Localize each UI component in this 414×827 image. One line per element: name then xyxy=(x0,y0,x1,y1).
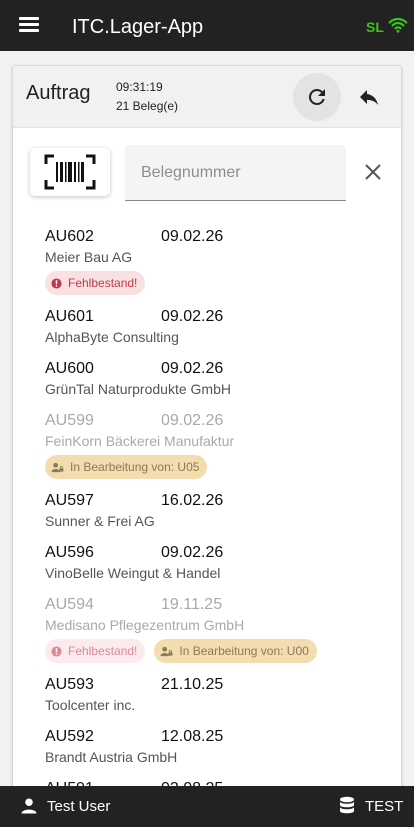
customer-name: Meier Bau AG xyxy=(45,249,133,265)
user-lock-icon xyxy=(51,462,64,472)
order-row: AU594 19.11.25 xyxy=(45,594,401,615)
order-number: AU592 xyxy=(45,727,94,745)
in-progress-badge: In Bearbeitung von: U00 xyxy=(154,639,317,663)
order-row: AU593 21.10.25 xyxy=(45,674,401,695)
barcode-scan-icon xyxy=(44,154,96,190)
order-list-item[interactable]: AU600 09.02.26 GrünTal Naturprodukte GmbH xyxy=(13,358,401,399)
card-header: Auftrag 09:31:19 21 Beleg(e) xyxy=(13,66,401,128)
order-date: 16.02.26 xyxy=(161,491,224,509)
order-list-item[interactable]: AU597 16.02.26 Sunner & Frei AG xyxy=(13,490,401,531)
database-icon xyxy=(340,796,354,814)
close-icon[interactable] xyxy=(361,160,385,184)
order-number: AU600 xyxy=(45,359,94,377)
hamburger-menu-icon[interactable] xyxy=(19,16,39,32)
last-update-time: 09:31:19 xyxy=(116,80,163,94)
customer-name: Medisano Pflegezentrum GmbH xyxy=(45,617,245,633)
missing-stock-badge: Fehlbestand! xyxy=(45,639,146,663)
order-list-item[interactable]: AU592 12.08.25 Brandt Austria GmbH xyxy=(13,726,401,767)
order-list-item[interactable]: AU601 09.02.26 AlphaByte Consulting xyxy=(13,306,401,347)
customer-name: GrünTal Naturprodukte GmbH xyxy=(45,381,231,397)
order-date: 12.08.25 xyxy=(161,727,224,745)
document-count: 21 Beleg(e) xyxy=(116,99,179,113)
order-row: AU596 09.02.26 xyxy=(45,542,401,563)
status-badges: Fehlbestand! In Bearbeitung von: U00 xyxy=(45,639,401,663)
content-area: Auftrag 09:31:19 21 Beleg(e) Belegnummer… xyxy=(0,51,414,805)
badge-label: In Bearbeitung von: U05 xyxy=(70,460,200,474)
customer-name: Toolcenter inc. xyxy=(45,697,136,713)
in-progress-badge: In Bearbeitung von: U05 xyxy=(45,455,208,479)
refresh-button[interactable] xyxy=(293,73,341,121)
alert-icon xyxy=(51,277,62,289)
missing-stock-badge: Fehlbestand! xyxy=(45,271,146,295)
person-icon xyxy=(21,798,37,814)
order-number: AU594 xyxy=(45,595,94,613)
order-date: 21.10.25 xyxy=(161,675,224,693)
order-date: 09.02.26 xyxy=(161,411,224,429)
order-number: AU601 xyxy=(45,307,94,325)
order-number: AU599 xyxy=(45,411,94,429)
status-badge: SL xyxy=(366,19,384,35)
alert-icon xyxy=(51,645,62,657)
order-list: AU602 09.02.26 Meier Bau AG Fehlbestand! AU6… xyxy=(13,226,401,804)
order-list-item[interactable]: AU594 19.11.25 Medisano Pflegezentrum GmbH… xyxy=(13,594,401,663)
order-list-item[interactable]: AU596 09.02.26 VinoBelle Weingut & Handel xyxy=(13,542,401,583)
order-row: AU602 09.02.26 xyxy=(45,226,401,247)
customer-name: AlphaByte Consulting xyxy=(45,329,179,345)
order-date: 19.11.25 xyxy=(161,595,223,613)
order-date: 09.02.26 xyxy=(161,307,224,325)
badge-label: Fehlbestand! xyxy=(68,644,138,658)
order-list-item[interactable]: AU593 21.10.25 Toolcenter inc. xyxy=(13,674,401,715)
badge-label: Fehlbestand! xyxy=(68,276,138,290)
customer-name: VinoBelle Weingut & Handel xyxy=(45,565,221,581)
customer-name: FeinKorn Bäckerei Manufaktur xyxy=(45,433,235,449)
order-list-item[interactable]: AU599 09.02.26 FeinKorn Bäckerei Manufaktu… xyxy=(13,410,401,479)
badge-label: In Bearbeitung von: U00 xyxy=(179,644,309,658)
order-list-item[interactable]: AU602 09.02.26 Meier Bau AG Fehlbestand! xyxy=(13,226,401,295)
order-row: AU599 09.02.26 xyxy=(45,410,401,431)
order-number: AU593 xyxy=(45,675,94,693)
barcode-scan-button[interactable] xyxy=(30,148,110,196)
order-number: AU597 xyxy=(45,491,94,509)
order-row: AU600 09.02.26 xyxy=(45,358,401,379)
order-card: Auftrag 09:31:19 21 Beleg(e) Belegnummer… xyxy=(12,65,402,805)
back-button[interactable] xyxy=(345,73,393,121)
environment-label: TEST xyxy=(365,798,404,815)
document-number-search-input[interactable] xyxy=(125,145,346,201)
order-date: 09.02.26 xyxy=(161,543,224,561)
order-number: AU602 xyxy=(45,227,94,245)
customer-name: Brandt Austria GmbH xyxy=(45,749,178,765)
app-title: ITC.Lager-App xyxy=(72,16,204,38)
order-row: AU597 16.02.26 xyxy=(45,490,401,511)
status-badges: In Bearbeitung von: U05 xyxy=(45,455,401,479)
user-lock-icon xyxy=(160,646,173,656)
app-bar: ITC.Lager-App SL xyxy=(0,0,414,51)
wifi-icon xyxy=(388,17,408,33)
reply-icon xyxy=(360,90,378,105)
order-date: 09.02.26 xyxy=(161,359,224,377)
order-row: AU592 12.08.25 xyxy=(45,726,401,747)
current-user: Test User xyxy=(47,798,111,815)
bottom-bar: Test User TEST xyxy=(0,786,414,827)
page-title: Auftrag xyxy=(26,82,91,104)
order-number: AU596 xyxy=(45,543,94,561)
order-date: 09.02.26 xyxy=(161,227,224,245)
order-row: AU601 09.02.26 xyxy=(45,306,401,327)
refresh-icon xyxy=(308,88,325,105)
status-badges: Fehlbestand! xyxy=(45,271,401,295)
customer-name: Sunner & Frei AG xyxy=(45,513,155,529)
